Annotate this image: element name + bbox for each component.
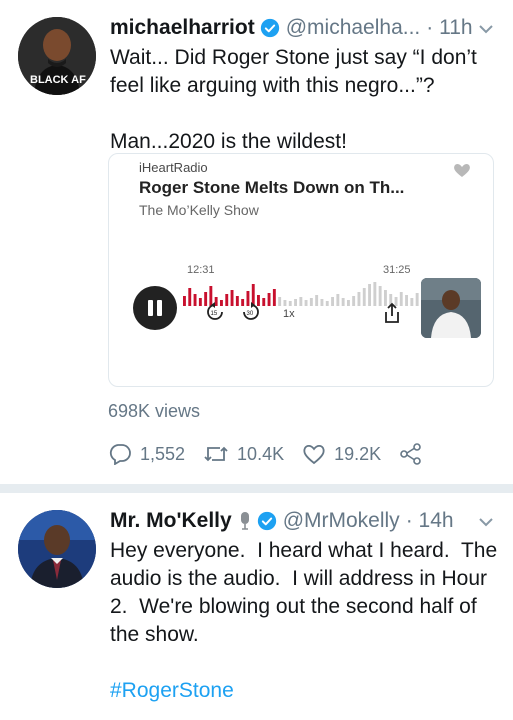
tweet-mrmokelly[interactable]: Mr. Mo'Kelly @MrMokelly · 14h Hey everyo… xyxy=(0,493,513,720)
tweet-actions: 1,552 10.4K 19.2K xyxy=(108,440,449,468)
playback-speed-button[interactable]: 1x xyxy=(283,308,295,320)
view-count: 698K views xyxy=(108,401,201,421)
avatar-badge: BLACK AF xyxy=(30,74,86,86)
like-count: 19.2K xyxy=(334,443,382,464)
share-tweet-button[interactable] xyxy=(399,443,431,465)
waveform-bar xyxy=(352,296,356,306)
share-icon xyxy=(400,443,421,465)
waveform-bar xyxy=(341,298,345,306)
tweet-text: Hey everyone. I heard what I heard. The … xyxy=(110,539,504,646)
waveform-bar xyxy=(320,299,324,306)
forward-30-icon[interactable]: 30 xyxy=(241,302,261,322)
pause-icon xyxy=(148,300,162,316)
timestamp[interactable]: · 11h xyxy=(426,16,472,40)
verified-icon xyxy=(260,18,279,38)
handle[interactable]: @michaelha... xyxy=(286,16,421,40)
card-source: iHeartRadio xyxy=(139,160,208,175)
waveform-bar xyxy=(225,294,229,306)
waveform-bar xyxy=(378,286,382,306)
waveform-bar xyxy=(331,297,334,306)
tweet-header: Mr. Mo'Kelly @MrMokelly · 14h xyxy=(110,507,454,535)
waveform-bar xyxy=(299,297,303,306)
waveform-bar xyxy=(272,289,276,306)
waveform-bar xyxy=(336,294,340,306)
waveform-bar xyxy=(230,290,234,306)
tweet-text: Wait... Did Roger Stone just say “I don’… xyxy=(110,46,477,153)
waveform-bar xyxy=(357,292,361,306)
waveform-bar xyxy=(198,298,202,306)
waveform-bar xyxy=(368,284,371,306)
waveform-bar xyxy=(315,295,319,306)
audio-card[interactable]: iHeartRadio Roger Stone Melts Down on Th… xyxy=(108,153,494,387)
microphone-icon xyxy=(240,512,249,530)
reply-icon xyxy=(109,444,131,465)
waveform-bar xyxy=(288,301,292,306)
waveform-bar xyxy=(188,288,192,306)
time-total: 31:25 xyxy=(383,264,411,276)
hashtag-link[interactable]: #RogerStone xyxy=(110,677,505,705)
display-name[interactable]: Mr. Mo'Kelly xyxy=(110,509,232,533)
retweet-count: 10.4K xyxy=(237,443,285,464)
waveform-bar xyxy=(347,300,350,306)
chevron-down-icon[interactable] xyxy=(477,20,495,38)
waveform-bar xyxy=(183,296,186,306)
reply-button[interactable]: 1,552 xyxy=(108,443,185,465)
waveform-bar xyxy=(304,300,308,306)
svg-text:30: 30 xyxy=(247,311,254,317)
waveform-bar xyxy=(410,298,414,306)
avatar-mrmokelly[interactable] xyxy=(18,510,96,588)
tweet-michaelharriot[interactable]: BLACK AF michaelharriot @michaelha... · … xyxy=(0,0,513,484)
timestamp[interactable]: · 14h xyxy=(406,509,454,533)
card-subtitle: The Mo’Kelly Show xyxy=(139,202,259,218)
waveform-bar xyxy=(262,298,266,306)
avatar-michaelharriot[interactable]: BLACK AF xyxy=(18,17,96,95)
tweet-header: michaelharriot @michaelha... · 11h xyxy=(110,14,473,42)
time-elapsed: 12:31 xyxy=(187,264,215,276)
verified-icon xyxy=(257,511,276,531)
retweet-button[interactable]: 10.4K xyxy=(203,443,284,465)
card-title[interactable]: Roger Stone Melts Down on Th... xyxy=(139,178,404,198)
chevron-down-icon[interactable] xyxy=(477,513,495,531)
waveform-bar xyxy=(235,296,239,306)
like-button[interactable]: 19.2K xyxy=(302,443,381,465)
play-pause-button[interactable] xyxy=(133,286,177,330)
like-icon xyxy=(303,444,325,465)
audio-card-body: iHeartRadio Roger Stone Melts Down on Th… xyxy=(125,154,485,346)
rewind-15-icon[interactable]: 15 xyxy=(205,302,225,322)
reply-count: 1,552 xyxy=(140,443,186,464)
waveform-bar xyxy=(278,297,282,306)
episode-thumbnail xyxy=(421,278,481,338)
waveform-bar xyxy=(283,300,287,306)
waveform-bar xyxy=(373,282,377,306)
svg-text:15: 15 xyxy=(211,311,218,317)
share-icon[interactable] xyxy=(383,302,401,324)
tweet-divider xyxy=(0,484,513,493)
waveform-bar xyxy=(415,293,419,306)
waveform-bar xyxy=(193,294,197,306)
waveform-bar xyxy=(362,288,366,306)
iheart-icon xyxy=(454,163,470,177)
display-name[interactable]: michaelharriot xyxy=(110,16,255,40)
waveform-bar xyxy=(309,298,313,306)
waveform-bar xyxy=(325,301,329,306)
retweet-icon xyxy=(204,446,228,462)
waveform-bar xyxy=(405,295,408,306)
waveform-bar xyxy=(294,299,297,306)
waveform-bar xyxy=(267,293,271,306)
handle[interactable]: @MrMokelly xyxy=(283,509,400,533)
